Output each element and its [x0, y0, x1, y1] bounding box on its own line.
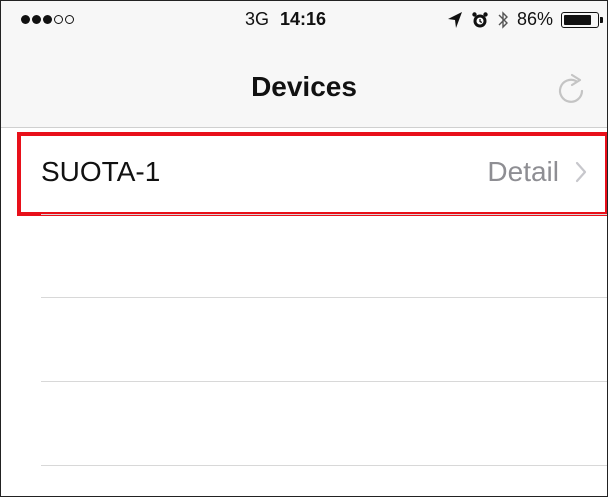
battery-percent: 86%	[516, 9, 553, 29]
empty-row	[1, 298, 607, 382]
alarm-icon	[471, 11, 489, 29]
signal-dot	[43, 15, 52, 24]
signal-dot	[21, 15, 30, 24]
navigation-bar: Devices	[1, 41, 607, 128]
empty-row	[1, 382, 607, 466]
signal-dot	[54, 15, 63, 24]
signal-dot	[65, 15, 74, 24]
refresh-button[interactable]	[553, 69, 589, 109]
battery-tip	[600, 16, 603, 23]
status-indicators: 86%	[447, 9, 603, 30]
phone-screen: 3G 14:16 86% Devices SUOTA-1 Detail	[0, 0, 608, 497]
device-row[interactable]: SUOTA-1 Detail	[1, 128, 607, 218]
network-type: 3G	[245, 9, 270, 29]
location-arrow-icon	[447, 11, 463, 29]
network-and-time: 3G 14:16	[245, 9, 326, 30]
clock-time: 14:16	[280, 9, 327, 29]
detail-label: Detail	[487, 156, 559, 187]
page-title: Devices	[251, 71, 357, 102]
battery-icon	[561, 11, 603, 28]
bluetooth-icon	[497, 10, 509, 30]
device-name: SUOTA-1	[41, 156, 161, 187]
status-bar: 3G 14:16 86%	[1, 1, 607, 41]
battery-level-fill	[564, 14, 591, 25]
empty-row	[1, 215, 607, 299]
signal-dot	[32, 15, 41, 24]
signal-strength-icon	[21, 15, 74, 24]
detail-disclosure[interactable]: Detail	[487, 156, 587, 188]
row-separator	[41, 465, 607, 466]
refresh-icon	[558, 73, 584, 103]
chevron-right-icon	[575, 161, 587, 183]
